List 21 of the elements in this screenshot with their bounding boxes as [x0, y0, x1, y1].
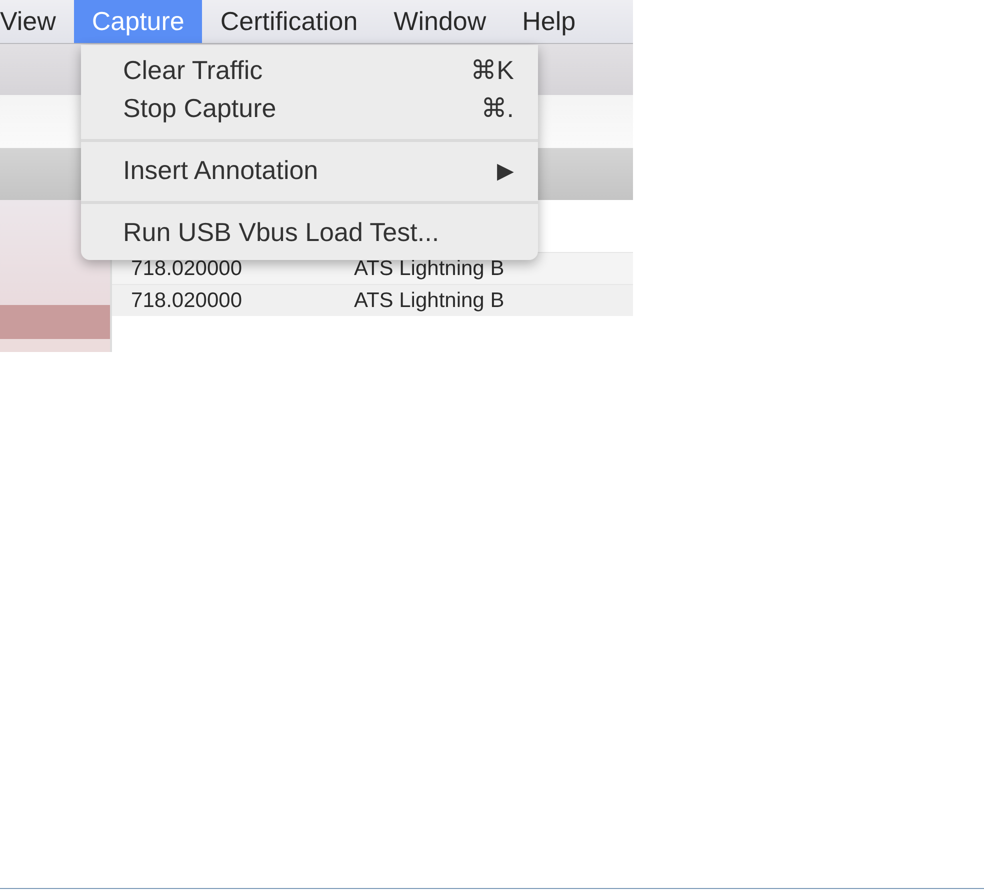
submenu-arrow-icon: ▶: [497, 154, 514, 186]
shortcut-label: ⌘K: [470, 54, 514, 86]
menu-item[interactable]: Insert Annotation ▶: [81, 151, 538, 189]
menu-bar-item[interactable]: Help: [504, 0, 594, 43]
menu-item[interactable]: Clear Traffic ⌘K: [81, 51, 538, 89]
menu-bar-item[interactable]: View: [0, 0, 74, 43]
menu-item-label: Run USB Vbus Load Test...: [123, 216, 440, 248]
menu-item[interactable]: Run USB Vbus Load Test...: [81, 213, 538, 251]
menu-item-label: Insert Annotation: [123, 154, 318, 186]
menu-bar-item[interactable]: Certification: [202, 0, 376, 43]
sidebar-item[interactable]: [0, 305, 110, 339]
table-cell-text: ATS Lightning B: [354, 288, 504, 314]
menu-item[interactable]: Stop Capture ⌘.: [81, 89, 538, 127]
menu-item-label: Stop Capture: [123, 92, 276, 124]
menu-item-label: Clear Traffic: [123, 54, 263, 86]
table-cell-text: 718.020000: [130, 256, 242, 282]
table-cell-text: ATS Lightning B: [354, 256, 504, 282]
shortcut-label: ⌘.: [480, 92, 514, 124]
menu-bar-item[interactable]: Window: [376, 0, 504, 43]
table-cell-text: 718.020000: [130, 288, 242, 314]
sidebar-row[interactable]: [0, 339, 110, 352]
